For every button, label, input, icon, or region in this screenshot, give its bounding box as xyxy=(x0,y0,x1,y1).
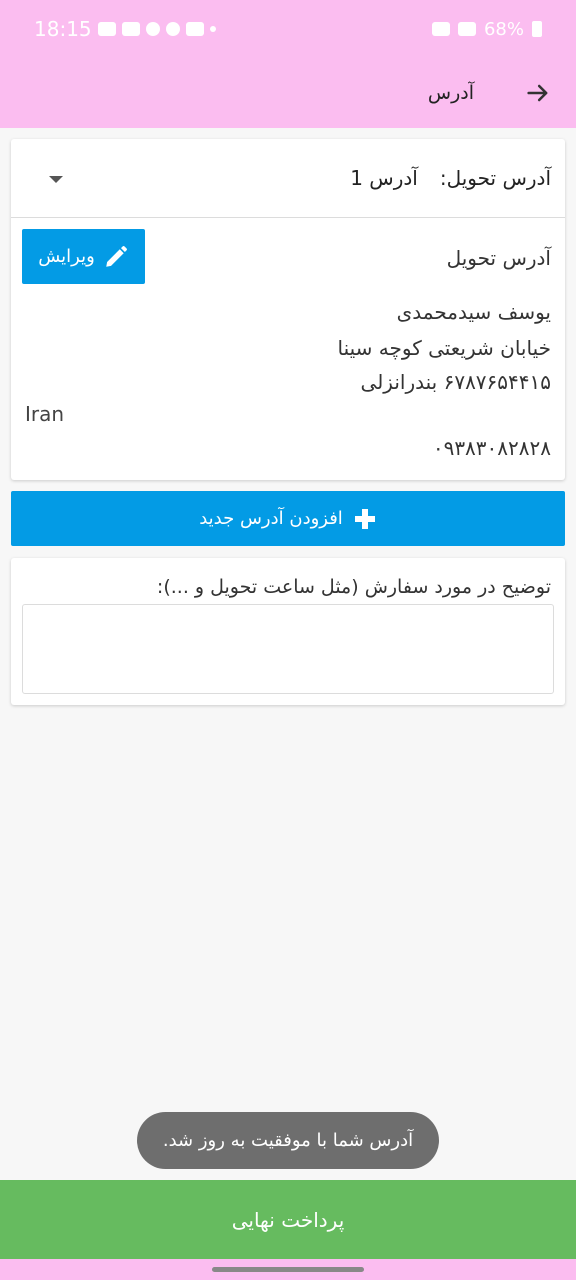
plus-icon xyxy=(354,508,375,529)
edit-address-label: ویرایش xyxy=(38,246,95,267)
order-note-input[interactable] xyxy=(22,604,554,694)
navigation-bar xyxy=(0,1259,576,1280)
order-note-label: توضیح در مورد سفارش (مثل ساعت تحویل و ..… xyxy=(156,576,551,598)
address-country: Iran xyxy=(25,402,65,426)
home-indicator[interactable] xyxy=(212,1267,364,1272)
pencil-icon xyxy=(106,245,127,267)
wifi-icon xyxy=(431,22,450,36)
youtube-icon xyxy=(121,22,140,36)
address-details: آدرس تحویل ویرایش یوسف سیدمحمدی خیابان ش… xyxy=(11,218,565,480)
edit-address-button[interactable]: ویرایش xyxy=(22,229,145,284)
add-new-address-button[interactable]: افزودن آدرس جدید xyxy=(11,491,565,546)
address-street: خیابان شریعتی کوچه سینا xyxy=(337,336,552,360)
page-title: آدرس xyxy=(427,82,474,104)
more-dot-icon xyxy=(209,26,216,32)
app-bar: آدرس xyxy=(0,58,576,128)
dropdown-arrow-icon[interactable] xyxy=(49,176,63,183)
back-arrow-icon[interactable] xyxy=(524,79,552,107)
address-name: یوسف سیدمحمدی xyxy=(396,300,551,324)
delivery-address-value: آدرس 1 xyxy=(350,166,418,190)
notification-icon xyxy=(145,22,160,36)
address-phone: ۰۹۳۸۳۰۸۲۸۲۸ xyxy=(432,436,551,460)
address-card: آدرس تحویل: آدرس 1 آدرس تحویل ویرایش یوس… xyxy=(11,139,565,480)
address-postal-city: ۶۷۸۷۶۵۴۴۱۵ بندرانزلی xyxy=(360,370,551,394)
status-right: 68% xyxy=(431,18,542,40)
signal-icon xyxy=(457,22,476,36)
status-time: 18:15 xyxy=(34,17,92,41)
delivery-address-select[interactable]: آدرس تحویل: آدرس 1 xyxy=(11,139,565,218)
order-note-card: توضیح در مورد سفارش (مثل ساعت تحویل و ..… xyxy=(11,558,565,705)
success-toast: آدرس شما با موفقیت به روز شد. xyxy=(137,1112,439,1169)
delivery-address-label: آدرس تحویل: xyxy=(439,166,551,190)
message-icon xyxy=(97,22,116,36)
final-payment-button[interactable]: پرداخت نهایی xyxy=(0,1180,576,1259)
battery-icon xyxy=(532,21,542,37)
add-new-address-label: افزودن آدرس جدید xyxy=(199,508,343,529)
status-left: 18:15 xyxy=(34,17,216,41)
battery-percent: 68% xyxy=(483,18,524,40)
status-bar: 18:15 68% xyxy=(0,0,576,58)
app-icon xyxy=(185,22,204,36)
messenger-icon xyxy=(165,22,180,36)
address-title: آدرس تحویل xyxy=(446,246,551,270)
